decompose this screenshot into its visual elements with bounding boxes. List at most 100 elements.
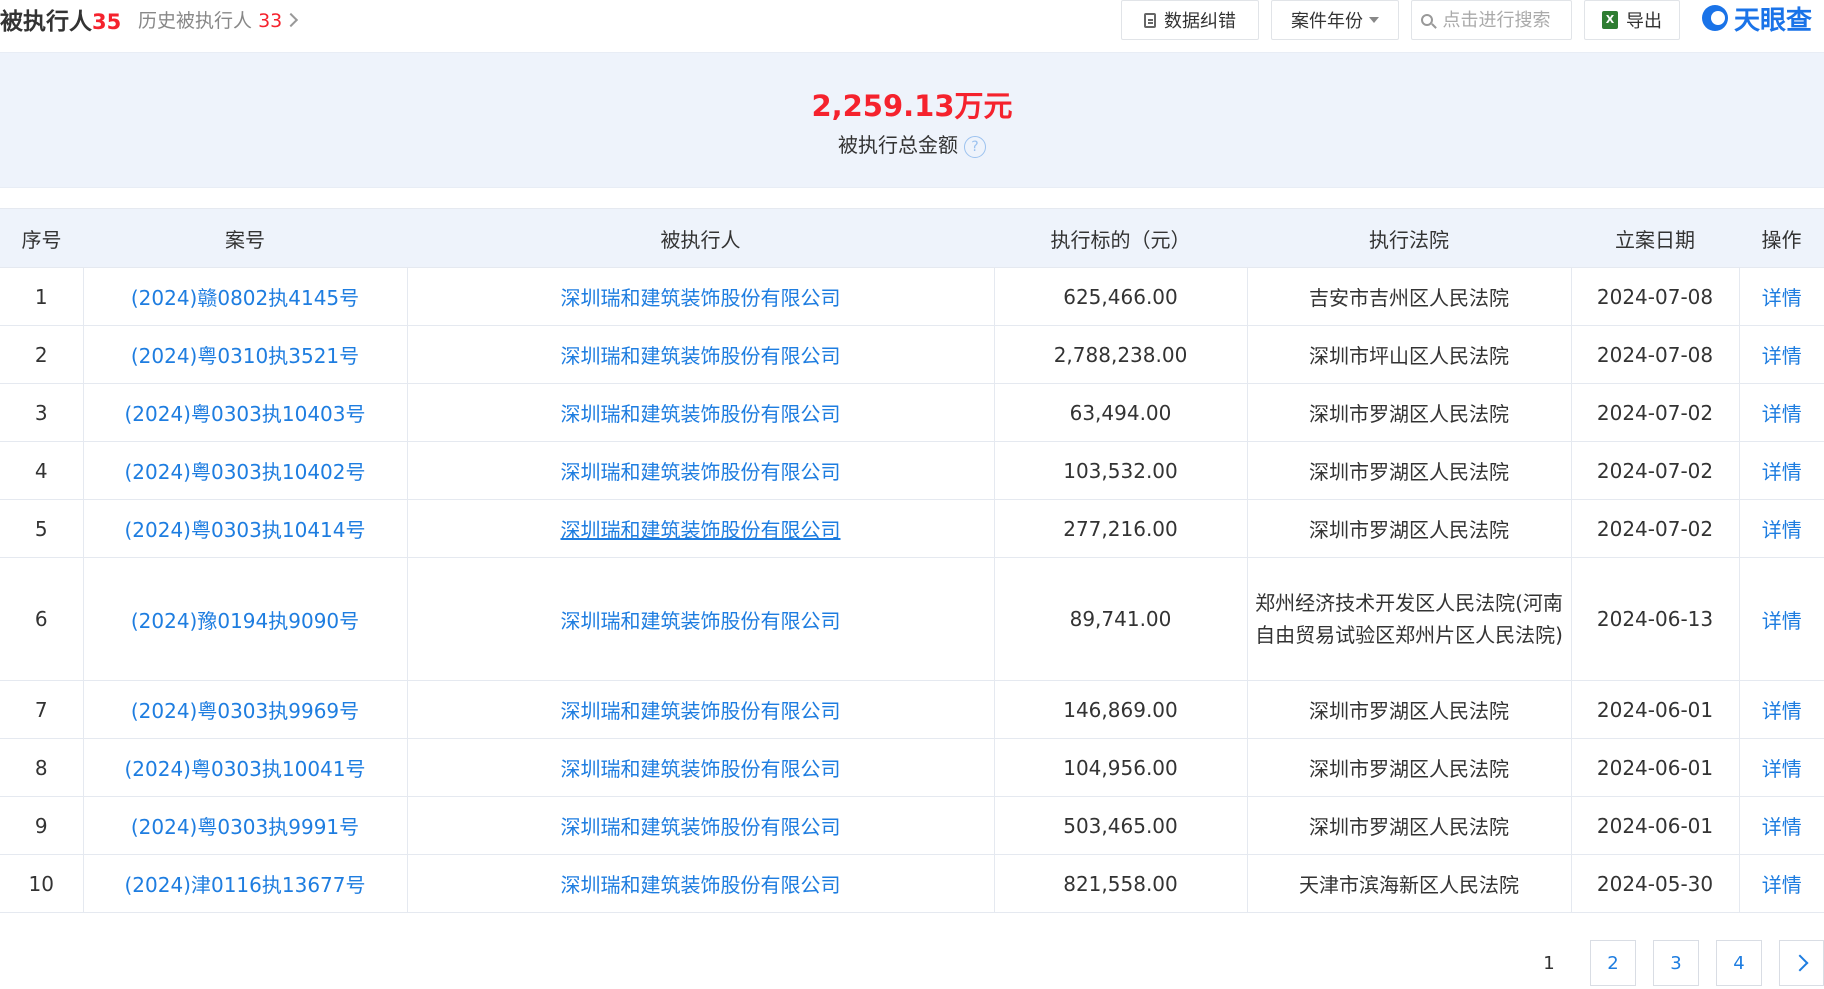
- row-index: 5: [0, 499, 84, 558]
- cases-table: 序号 案号 被执行人 执行标的（元） 执行法院 立案日期 操作 1 (2024)…: [0, 208, 1824, 913]
- table-row: 5 (2024)粤0303执10414号 深圳瑞和建筑装饰股份有限公司 277,…: [0, 499, 1824, 558]
- logo-text: 天眼查: [1734, 5, 1813, 36]
- party-link[interactable]: 深圳瑞和建筑装饰股份有限公司: [561, 344, 841, 368]
- export-button[interactable]: X 导出: [1584, 0, 1680, 40]
- chevron-right-icon: [1791, 954, 1808, 972]
- row-amount: 503,465.00: [993, 796, 1248, 855]
- party-link[interactable]: 深圳瑞和建筑装饰股份有限公司: [561, 699, 841, 723]
- export-label: 导出: [1626, 11, 1662, 32]
- search-icon: [1420, 14, 1433, 26]
- top-bar: 被执行人35 历史被执行人 33 数据纠错 案件年份 X 导出 天眼查: [0, 0, 1824, 44]
- party-link[interactable]: 深圳瑞和建筑装饰股份有限公司: [561, 518, 841, 542]
- detail-link[interactable]: 详情: [1762, 518, 1802, 542]
- logo-icon: [1702, 5, 1728, 31]
- table-header-row: 序号 案号 被执行人 执行标的（元） 执行法院 立案日期 操作: [0, 208, 1824, 268]
- row-court: 郑州经济技术开发区人民法院(河南自由贸易试验区郑州片区人民法院): [1246, 557, 1572, 681]
- row-amount: 277,216.00: [993, 499, 1248, 558]
- detail-link[interactable]: 详情: [1762, 873, 1802, 897]
- row-index: 10: [0, 854, 84, 913]
- header-court: 执行法院: [1247, 208, 1571, 268]
- history-label: 历史被执行人: [138, 10, 253, 32]
- row-amount: 103,532.00: [993, 441, 1248, 500]
- row-date: 2024-05-30: [1570, 854, 1740, 913]
- table-row: 7 (2024)粤0303执9969号 深圳瑞和建筑装饰股份有限公司 146,8…: [0, 680, 1824, 739]
- total-amount-label: 被执行总金额: [838, 133, 958, 157]
- row-amount: 104,956.00: [993, 738, 1248, 797]
- party-link[interactable]: 深圳瑞和建筑装饰股份有限公司: [561, 460, 841, 484]
- case-number-link[interactable]: (2024)粤0303执10041号: [124, 757, 365, 781]
- header-amount: 执行标的（元）: [994, 208, 1247, 268]
- page-2-button[interactable]: 2: [1590, 940, 1636, 986]
- detail-link[interactable]: 详情: [1762, 344, 1802, 368]
- detail-link[interactable]: 详情: [1762, 699, 1802, 723]
- detail-link[interactable]: 详情: [1762, 757, 1802, 781]
- party-link[interactable]: 深圳瑞和建筑装饰股份有限公司: [561, 402, 841, 426]
- party-link[interactable]: 深圳瑞和建筑装饰股份有限公司: [561, 757, 841, 781]
- document-icon: [1144, 12, 1156, 28]
- detail-link[interactable]: 详情: [1762, 815, 1802, 839]
- table-row: 4 (2024)粤0303执10402号 深圳瑞和建筑装饰股份有限公司 103,…: [0, 441, 1824, 500]
- table-row: 1 (2024)赣0802执4145号 深圳瑞和建筑装饰股份有限公司 625,4…: [0, 267, 1824, 326]
- header-party: 被执行人: [407, 208, 994, 268]
- detail-link[interactable]: 详情: [1762, 402, 1802, 426]
- case-number-link[interactable]: (2024)豫0194执9090号: [131, 609, 359, 633]
- search-box[interactable]: [1411, 0, 1572, 40]
- history-link[interactable]: 历史被执行人 33: [138, 6, 299, 33]
- table-row: 9 (2024)粤0303执9991号 深圳瑞和建筑装饰股份有限公司 503,4…: [0, 796, 1824, 855]
- title-count: 35: [92, 10, 122, 34]
- header-action: 操作: [1739, 208, 1824, 268]
- case-number-link[interactable]: (2024)粤0303执9969号: [131, 699, 359, 723]
- row-court: 天津市滨海新区人民法院: [1246, 854, 1572, 913]
- party-link[interactable]: 深圳瑞和建筑装饰股份有限公司: [561, 815, 841, 839]
- table-row: 6 (2024)豫0194执9090号 深圳瑞和建筑装饰股份有限公司 89,74…: [0, 557, 1824, 681]
- case-number-link[interactable]: (2024)粤0303执9991号: [131, 815, 359, 839]
- row-date: 2024-06-01: [1570, 738, 1740, 797]
- page-title: 被执行人35: [0, 2, 121, 36]
- case-number-link[interactable]: (2024)粤0303执10414号: [124, 518, 365, 542]
- next-page-button[interactable]: [1779, 940, 1824, 986]
- case-year-dropdown[interactable]: 案件年份: [1271, 0, 1399, 40]
- case-number-link[interactable]: (2024)赣0802执4145号: [131, 286, 359, 310]
- detail-link[interactable]: 详情: [1762, 286, 1802, 310]
- row-date: 2024-07-08: [1570, 325, 1740, 384]
- row-court: 深圳市罗湖区人民法院: [1246, 796, 1572, 855]
- row-date: 2024-07-02: [1570, 499, 1740, 558]
- header-case-no: 案号: [83, 208, 407, 268]
- party-link[interactable]: 深圳瑞和建筑装饰股份有限公司: [561, 873, 841, 897]
- row-date: 2024-06-01: [1570, 796, 1740, 855]
- page-4-button[interactable]: 4: [1716, 940, 1762, 986]
- table-row: 8 (2024)粤0303执10041号 深圳瑞和建筑装饰股份有限公司 104,…: [0, 738, 1824, 797]
- total-amount-value: 2,259.13万元: [811, 89, 1013, 123]
- tianyancha-logo: 天眼查: [1702, 0, 1812, 36]
- case-number-link[interactable]: (2024)津0116执13677号: [124, 873, 365, 897]
- row-index: 4: [0, 441, 84, 500]
- case-number-link[interactable]: (2024)粤0303执10403号: [124, 402, 365, 426]
- case-number-link[interactable]: (2024)粤0310执3521号: [131, 344, 359, 368]
- party-link[interactable]: 深圳瑞和建筑装饰股份有限公司: [561, 286, 841, 310]
- search-input[interactable]: [1440, 8, 1563, 32]
- row-court: 深圳市罗湖区人民法院: [1246, 499, 1572, 558]
- title-label: 被执行人: [0, 9, 92, 35]
- row-court: 深圳市罗湖区人民法院: [1246, 680, 1572, 739]
- chevron-right-icon: [284, 12, 299, 28]
- question-icon[interactable]: ?: [964, 135, 986, 158]
- row-index: 1: [0, 267, 84, 326]
- correct-data-button[interactable]: 数据纠错: [1121, 0, 1259, 40]
- excel-icon: X: [1602, 11, 1618, 29]
- row-date: 2024-07-08: [1570, 267, 1740, 326]
- row-date: 2024-06-13: [1570, 557, 1740, 681]
- row-index: 9: [0, 796, 84, 855]
- party-link[interactable]: 深圳瑞和建筑装饰股份有限公司: [561, 609, 841, 633]
- row-amount: 89,741.00: [993, 557, 1248, 681]
- total-amount-panel: 2,259.13万元 被执行总金额?: [0, 52, 1824, 188]
- row-date: 2024-07-02: [1570, 383, 1740, 442]
- page-3-button[interactable]: 3: [1653, 940, 1699, 986]
- detail-link[interactable]: 详情: [1762, 609, 1802, 633]
- case-number-link[interactable]: (2024)粤0303执10402号: [124, 460, 365, 484]
- row-court: 深圳市罗湖区人民法院: [1246, 441, 1572, 500]
- row-amount: 2,788,238.00: [993, 325, 1248, 384]
- row-index: 8: [0, 738, 84, 797]
- table-row: 10 (2024)津0116执13677号 深圳瑞和建筑装饰股份有限公司 821…: [0, 854, 1824, 913]
- case-year-label: 案件年份: [1291, 11, 1363, 32]
- detail-link[interactable]: 详情: [1762, 460, 1802, 484]
